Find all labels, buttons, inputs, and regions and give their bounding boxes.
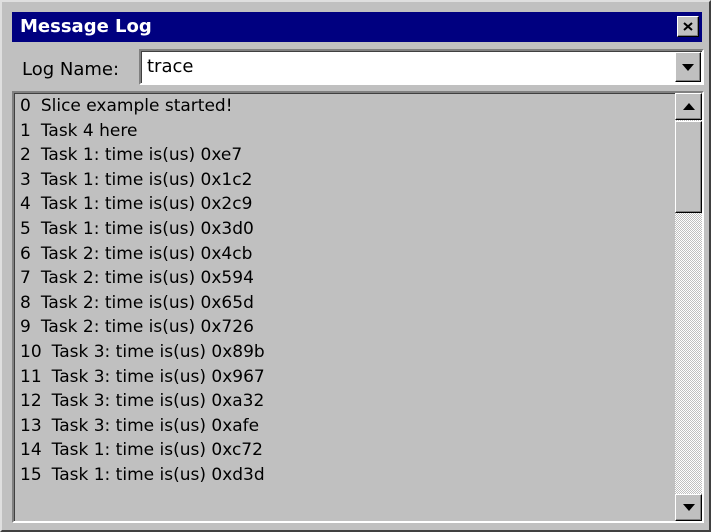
log-name-label: Log Name: [22,59,120,80]
log-name-value: trace [147,56,194,77]
message-row[interactable]: 3 Task 1: time is(us) 0x1c2 [20,168,670,193]
message-index: 1 [20,120,31,141]
message-row[interactable]: 15 Task 1: time is(us) 0xd3d [20,463,670,488]
message-text: Task 4 here [40,120,138,141]
message-index: 4 [20,194,31,215]
message-row[interactable]: 0 Slice example started! [20,94,670,119]
message-row[interactable]: 9 Task 2: time is(us) 0x726 [20,315,670,340]
message-text: Task 1: time is(us) 0xe7 [40,145,243,166]
message-row[interactable]: 2 Task 1: time is(us) 0xe7 [20,143,670,168]
message-text: Task 1: time is(us) 0x2c9 [40,194,253,215]
message-row[interactable]: 1 Task 4 here [20,119,670,144]
close-icon [683,22,693,31]
log-name-dropdown-button[interactable] [675,52,701,82]
message-text: Task 3: time is(us) 0x967 [51,366,265,387]
message-text: Task 2: time is(us) 0x594 [40,268,254,289]
vertical-scrollbar[interactable] [675,93,702,521]
message-row[interactable]: 14 Task 1: time is(us) 0xc72 [20,438,670,463]
message-index: 5 [20,218,31,239]
scroll-up-button[interactable] [675,93,702,120]
window-title: Message Log [20,16,152,37]
message-list-items: 0 Slice example started! 1 Task 4 here 2 Task… [20,94,670,488]
message-index: 0 [20,96,31,116]
message-row[interactable]: 4 Task 1: time is(us) 0x2c9 [20,192,670,217]
scroll-thumb[interactable] [675,121,702,213]
message-index: 10 [20,341,42,362]
message-text: Task 1: time is(us) 0x3d0 [40,218,254,239]
message-index: 8 [20,292,31,313]
message-text: Task 1: time is(us) 0xd3d [51,464,265,485]
message-text: Task 3: time is(us) 0xafe [51,415,260,436]
message-row[interactable]: 13 Task 3: time is(us) 0xafe [20,414,670,439]
message-text: Task 2: time is(us) 0x65d [40,292,254,313]
arrow-up-icon [682,103,695,110]
title-bar[interactable]: Message Log [12,12,702,42]
message-text: Task 2: time is(us) 0x726 [40,317,254,338]
message-row[interactable]: 5 Task 1: time is(us) 0x3d0 [20,217,670,242]
message-row[interactable]: 12 Task 3: time is(us) 0xa32 [20,389,670,414]
message-row[interactable]: 8 Task 2: time is(us) 0x65d [20,291,670,316]
message-row[interactable]: 7 Task 2: time is(us) 0x594 [20,266,670,291]
message-row[interactable]: 10 Task 3: time is(us) 0x89b [20,340,670,365]
message-text: Task 1: time is(us) 0x1c2 [40,169,253,190]
scroll-down-button[interactable] [675,494,702,521]
message-index: 12 [20,391,42,412]
message-index: 6 [20,243,31,264]
message-text: Task 3: time is(us) 0x89b [51,341,265,362]
log-name-select[interactable]: trace [139,49,704,85]
message-index: 7 [20,268,31,289]
chevron-down-icon [682,63,694,71]
message-text: Slice example started! [40,96,233,116]
message-log-window: Message Log Log Name: trace 0 Slice examp… [0,0,711,532]
message-text: Task 3: time is(us) 0xa32 [51,391,265,412]
message-index: 14 [20,440,42,461]
message-row[interactable]: 11 Task 3: time is(us) 0x967 [20,365,670,390]
message-index: 9 [20,317,31,338]
message-list[interactable]: 0 Slice example started! 1 Task 4 here 2 Task… [12,91,704,523]
close-button[interactable] [677,16,699,37]
message-text: Task 2: time is(us) 0x4cb [40,243,253,264]
message-index: 15 [20,464,42,485]
message-index: 13 [20,415,42,436]
message-index: 2 [20,145,31,166]
message-index: 3 [20,169,31,190]
message-text: Task 1: time is(us) 0xc72 [51,440,263,461]
message-row[interactable]: 6 Task 2: time is(us) 0x4cb [20,242,670,267]
arrow-down-icon [682,504,695,511]
message-index: 11 [20,366,42,387]
